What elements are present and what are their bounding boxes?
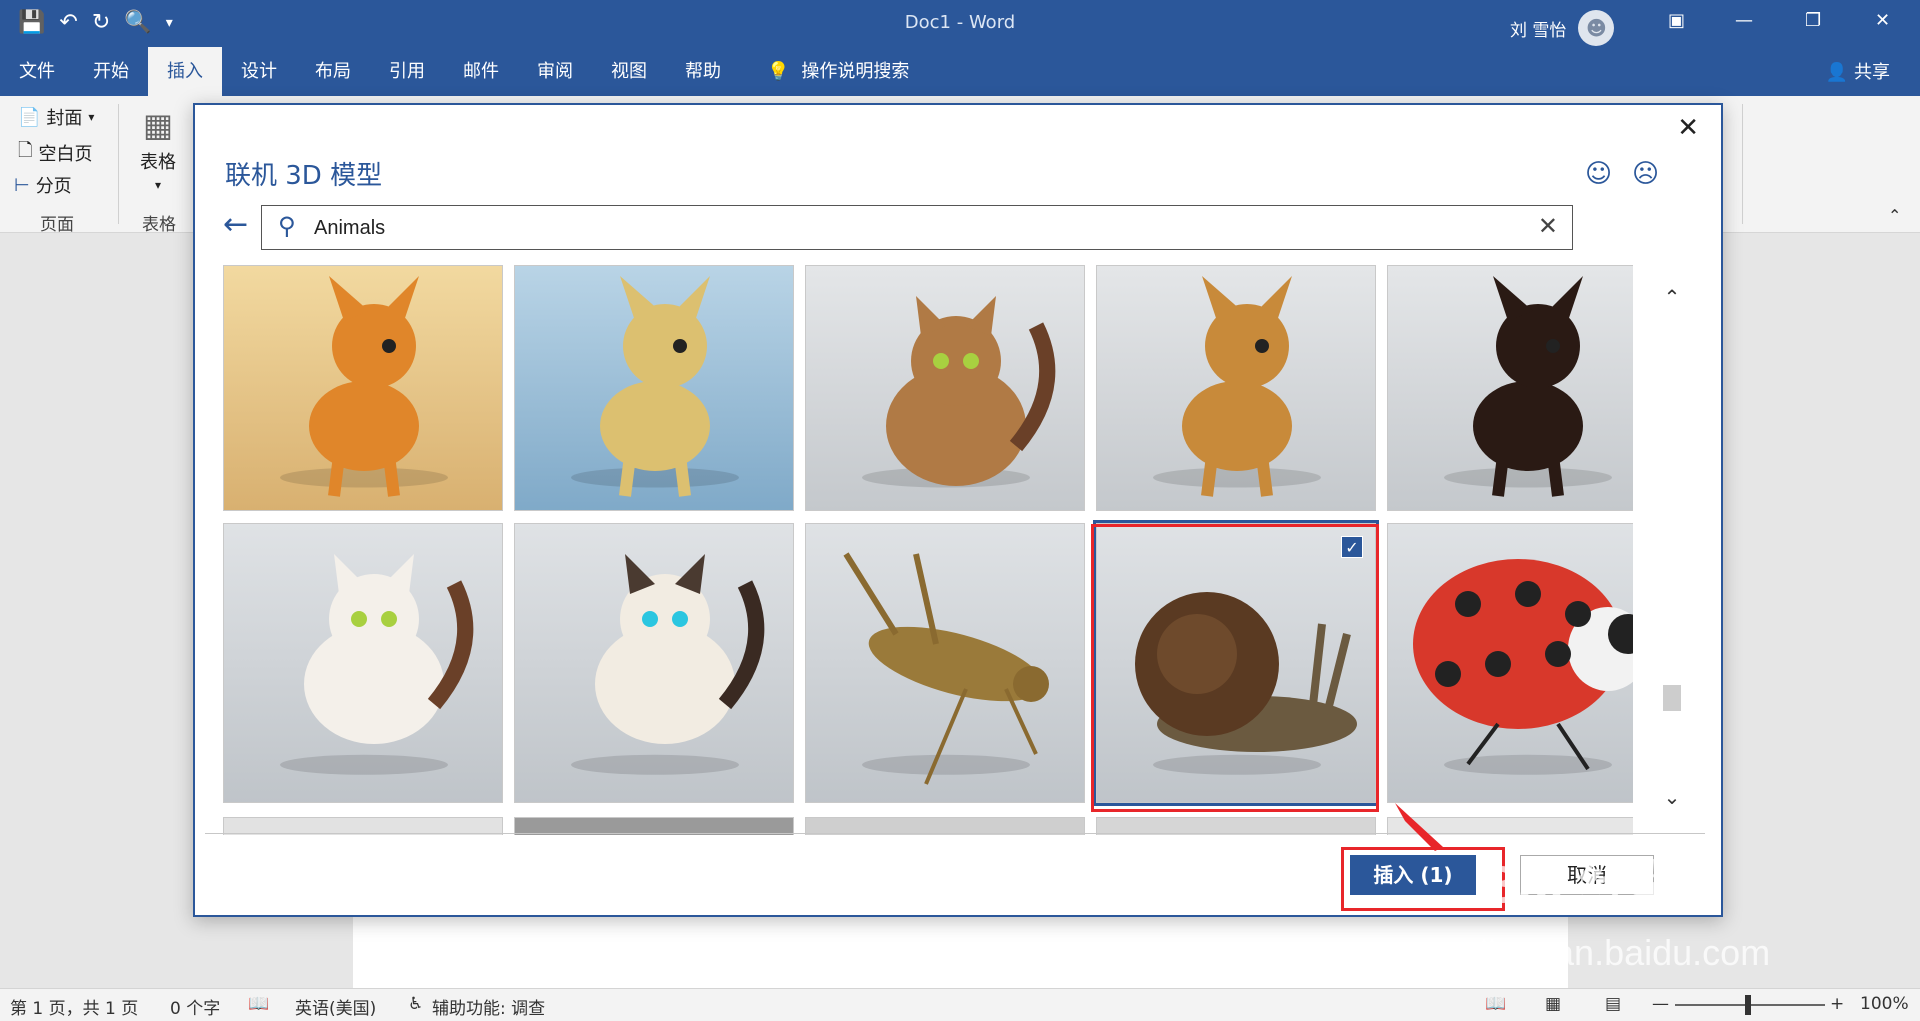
scrollbar[interactable]: ⌃ ⌄ [1660, 265, 1684, 825]
scroll-down-icon[interactable]: ⌄ [1660, 785, 1684, 809]
tell-me-label: 操作说明搜索 [801, 61, 910, 82]
page-break-button[interactable]: ⊢ 分页 [14, 172, 72, 198]
close-window-icon[interactable]: ✕ [1875, 10, 1890, 31]
accessibility-status[interactable]: 辅助功能: 调查 [432, 994, 545, 1019]
model-tile[interactable] [1387, 523, 1633, 803]
document-title: Doc1 - Word [904, 12, 1016, 33]
divider [118, 104, 119, 224]
chevron-down-icon: ▾ [154, 178, 162, 192]
tab-file[interactable]: 文件 [0, 47, 74, 96]
tab-home[interactable]: 开始 [74, 47, 148, 96]
cover-page-label: 封面 [46, 108, 83, 129]
blank-page-button[interactable]: 🗋 空白页 [18, 138, 92, 168]
search-icon: ⚲ [278, 212, 296, 240]
blank-page-label: 空白页 [38, 144, 93, 165]
search-box[interactable]: ⚲ ✕ [261, 205, 1573, 250]
user-account[interactable]: 刘 雪怡 ☻ [1510, 10, 1615, 46]
divider [1742, 104, 1743, 224]
scroll-up-icon[interactable]: ⌃ [1660, 285, 1684, 309]
model-tile[interactable] [1387, 265, 1633, 511]
minimize-icon[interactable]: — [1735, 10, 1753, 31]
page-break-icon: ⊢ [14, 174, 30, 196]
model-tile[interactable] [223, 523, 503, 803]
model-thumbnail [1388, 524, 1633, 802]
restore-icon[interactable]: ❐ [1805, 10, 1821, 31]
read-mode-icon[interactable]: 📖 [1485, 994, 1506, 1014]
ribbon-tabs: 文件 开始 插入 设计 布局 引用 邮件 审阅 视图 帮助 💡 操作说明搜索 👤… [0, 47, 1920, 96]
scroll-thumb[interactable] [1663, 685, 1681, 711]
language[interactable]: 英语(美国) [295, 994, 376, 1019]
status-bar: 第 1 页，共 1 页 0 个字 📖 英语(美国) ♿ 辅助功能: 调查 📖 ▦… [0, 988, 1920, 1021]
model-thumbnail [224, 266, 502, 510]
model-tile[interactable] [1096, 265, 1376, 511]
ribbon-display-icon[interactable]: ▣ [1668, 10, 1685, 31]
web-layout-icon[interactable]: ▤ [1605, 994, 1621, 1014]
highlight-box [1091, 524, 1379, 812]
model-thumbnail [1388, 266, 1633, 510]
smile-feedback-icon[interactable]: ☺ [1585, 159, 1612, 189]
user-name: 刘 雪怡 [1510, 20, 1567, 41]
word-count[interactable]: 0 个字 [170, 994, 220, 1019]
tab-view[interactable]: 视图 [592, 47, 666, 96]
cover-page-icon: 📄 [18, 106, 41, 128]
zoom-out-icon[interactable]: — [1652, 994, 1669, 1014]
blank-page-icon: 🗋 [18, 140, 33, 161]
table-icon: ▦ [142, 106, 174, 144]
accessibility-icon[interactable]: ♿ [408, 994, 423, 1014]
cover-page-button[interactable]: 📄 封面 ▾ [18, 104, 94, 130]
close-icon[interactable]: ✕ [1677, 113, 1699, 143]
tab-insert[interactable]: 插入 [148, 47, 222, 96]
group-pages-label: 页面 [40, 215, 74, 235]
model-thumbnail [515, 524, 793, 802]
dialog-title: 联机 3D 模型 [225, 161, 383, 191]
frown-feedback-icon[interactable]: ☹ [1632, 159, 1659, 189]
model-tile[interactable] [514, 523, 794, 803]
model-tile[interactable] [223, 265, 503, 511]
print-layout-icon[interactable]: ▦ [1545, 994, 1561, 1014]
model-thumbnail [806, 266, 1084, 510]
lightbulb-icon: 💡 [767, 61, 790, 82]
model-tile[interactable] [805, 265, 1085, 511]
chevron-down-icon: ▾ [88, 110, 95, 124]
model-grid: ✓ [223, 265, 1633, 835]
zoom-in-icon[interactable]: + [1830, 994, 1844, 1014]
tab-references[interactable]: 引用 [370, 47, 444, 96]
model-thumbnail [806, 524, 1084, 802]
tell-me-search[interactable]: 💡 操作说明搜索 [748, 47, 928, 96]
model-thumbnail [224, 524, 502, 802]
tab-review[interactable]: 审阅 [518, 47, 592, 96]
page-info[interactable]: 第 1 页，共 1 页 [10, 994, 138, 1019]
watermark-url: jingyan.baidu.com [1480, 932, 1771, 973]
model-thumbnail [1097, 266, 1375, 510]
back-arrow-icon[interactable]: ← [223, 207, 248, 242]
zoom-slider-thumb[interactable] [1745, 995, 1751, 1015]
title-bar: 💾 ↶ ↻ 🔍 ▾ Doc1 - Word 刘 雪怡 ☻ ▣ — ❐ ✕ [0, 0, 1920, 47]
model-thumbnail [515, 266, 793, 510]
tab-layout[interactable]: 布局 [296, 47, 370, 96]
zoom-level[interactable]: 100% [1860, 994, 1909, 1014]
table-button[interactable]: ▦ 表格 ▾ [140, 106, 176, 192]
tab-design[interactable]: 设计 [222, 47, 296, 96]
page-break-label: 分页 [35, 176, 72, 197]
model-tile[interactable] [514, 265, 794, 511]
share-button[interactable]: 👤 共享 [1826, 58, 1890, 84]
proofing-icon[interactable]: 📖 [248, 994, 269, 1014]
clear-search-icon[interactable]: ✕ [1538, 212, 1558, 240]
search-input[interactable] [314, 214, 1494, 242]
tab-help[interactable]: 帮助 [666, 47, 740, 96]
share-label: 共享 [1854, 62, 1890, 83]
divider [205, 833, 1705, 834]
collapse-ribbon-icon[interactable]: ⌃ [1888, 206, 1901, 225]
online-3d-models-dialog: ✕ 联机 3D 模型 ☺ ☹ ← ⚲ ✕ ✓ ⌃ ⌄ 插入 (1) 取消 [193, 103, 1723, 917]
group-tables-label: 表格 [142, 215, 176, 235]
tab-mailings[interactable]: 邮件 [444, 47, 518, 96]
watermark-logo: Bai 经验 [1480, 855, 1688, 915]
pointer-arrow [1395, 803, 1443, 851]
model-tile[interactable] [805, 523, 1085, 803]
table-label: 表格 [140, 152, 176, 173]
avatar[interactable]: ☻ [1578, 10, 1615, 46]
